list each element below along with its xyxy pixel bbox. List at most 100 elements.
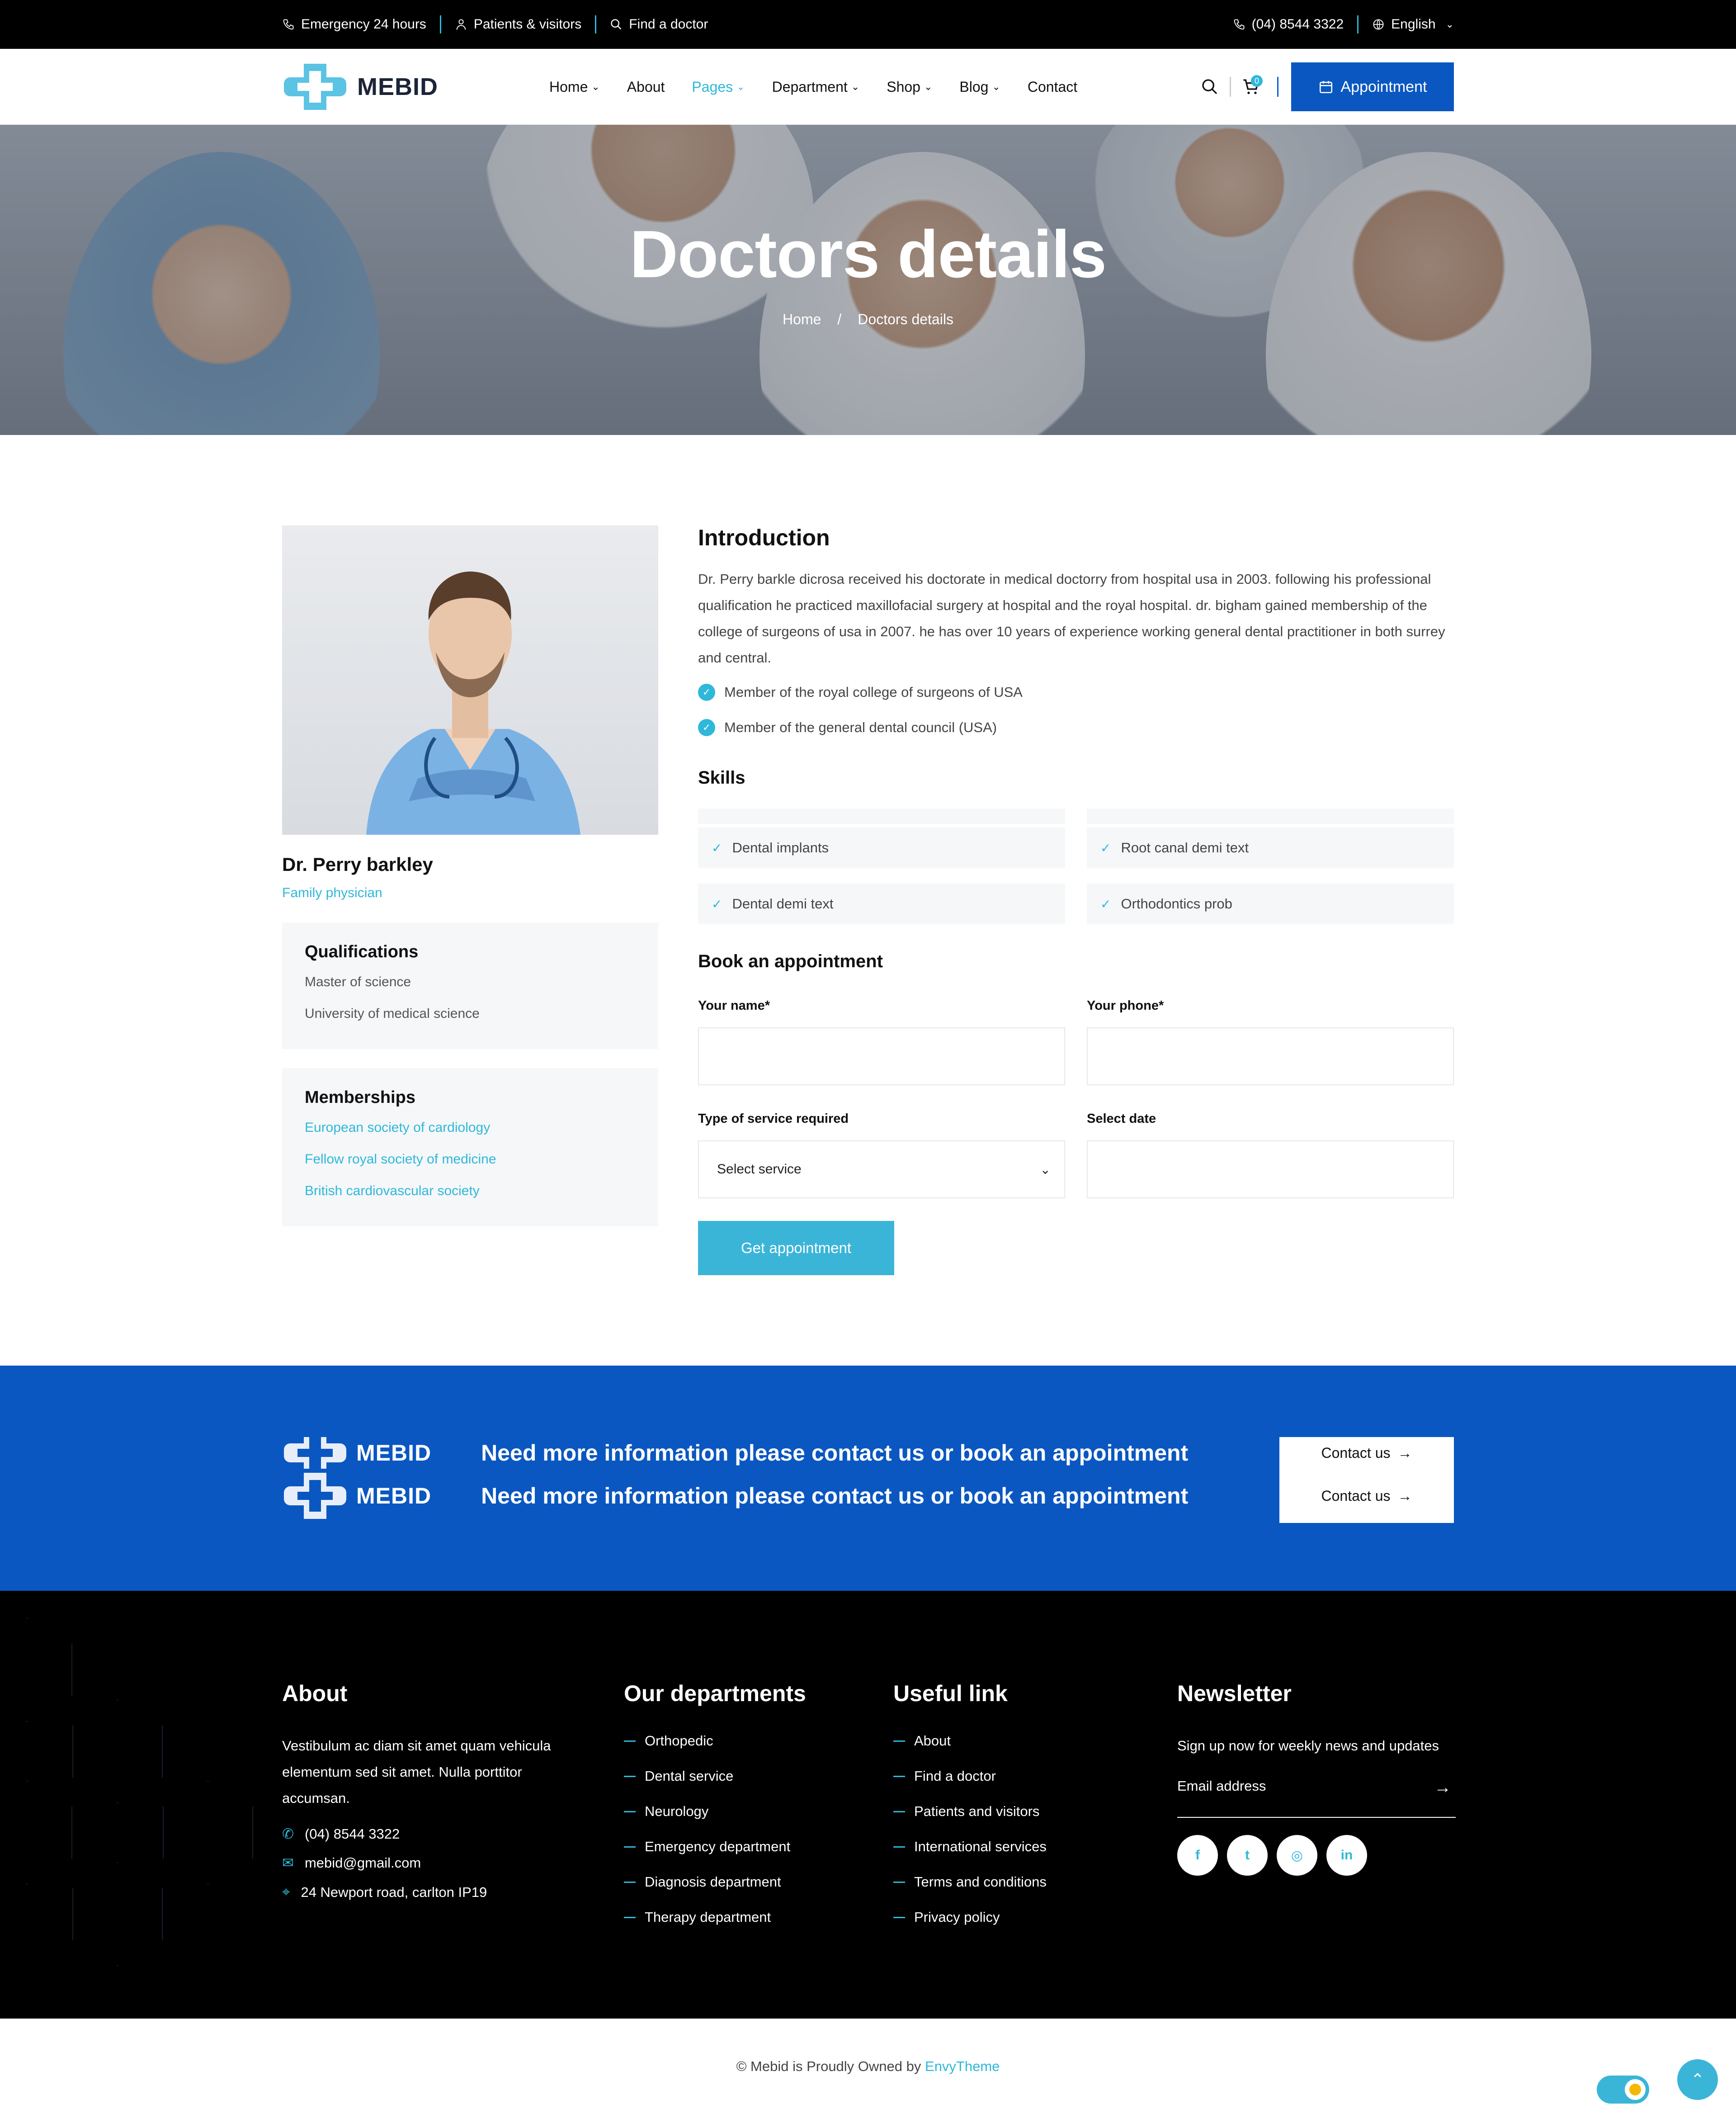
main-nav: MEBID Home ⌄ About Pages ⌄ Department ⌄ Sho…	[0, 49, 1736, 125]
chevron-down-icon: ⌄	[1445, 19, 1454, 30]
qualifications-card: Qualifications Master of science Univers…	[282, 922, 658, 1049]
newsletter-email-input[interactable]: Email address →	[1177, 1778, 1456, 1818]
footer-newsletter: Newsletter Sign up now for weekly news a…	[1177, 1680, 1456, 1876]
booking-title: Book an appointment	[698, 951, 883, 971]
divider	[1277, 77, 1278, 97]
membership-link[interactable]: British cardiovascular society	[305, 1183, 636, 1199]
footer-link[interactable]: International services	[893, 1839, 1047, 1855]
menu-item-contact[interactable]: Contact	[1028, 79, 1077, 95]
skill-item: ✓ Root canal demi text	[1087, 828, 1454, 868]
memberships-card: Memberships European society of cardiolo…	[282, 1068, 658, 1226]
linkedin-icon[interactable]: in	[1326, 1835, 1367, 1876]
skill-label: Root canal demi text	[1121, 840, 1249, 856]
footer-about-title: About	[282, 1681, 348, 1706]
footer-departments: Our departments Orthopedic Dental servic…	[624, 1680, 806, 1944]
footer-link-label: Neurology	[645, 1803, 709, 1819]
footer-link-label: Find a doctor	[914, 1768, 996, 1784]
dash-icon	[893, 1811, 905, 1812]
contact-us-label: Contact us	[1321, 1444, 1391, 1461]
footer-link[interactable]: Patients and visitors	[893, 1803, 1047, 1820]
footer-address: ⌖ 24 Newport road, carlton IP19	[282, 1884, 562, 1901]
footer-link[interactable]: Find a doctor	[893, 1768, 1047, 1784]
topbar-phone[interactable]: (04) 8544 3322	[1233, 17, 1358, 32]
skill-item: ✓ Dental implants	[698, 828, 1065, 868]
footer-phone[interactable]: ✆ (04) 8544 3322	[282, 1826, 562, 1842]
service-select[interactable]: Select service ⌄	[698, 1140, 1065, 1198]
footer-link[interactable]: Diagnosis department	[624, 1874, 806, 1890]
menu-label: Home	[549, 78, 588, 95]
get-appointment-button[interactable]: Get appointment	[698, 1221, 894, 1275]
footer-link[interactable]: About	[893, 1733, 1047, 1749]
footer-about-text: Vestibulum ac diam sit amet quam vehicul…	[282, 1738, 551, 1806]
theme-toggle[interactable]	[1597, 2076, 1649, 2104]
twitter-icon[interactable]: t	[1227, 1835, 1268, 1876]
breadcrumb-current: Doctors details	[858, 311, 953, 327]
footer-link[interactable]: Orthopedic	[624, 1733, 806, 1749]
check-icon: ✓	[712, 841, 722, 855]
membership-link[interactable]: Fellow royal society of medicine	[305, 1152, 636, 1167]
check-circle-icon: ✓	[698, 684, 715, 701]
phone-icon	[283, 19, 294, 30]
back-to-top-button[interactable]: ⌃	[1677, 2059, 1718, 2100]
emergency-link[interactable]: Emergency 24 hours	[282, 17, 440, 32]
arrow-right-icon[interactable]: →	[1434, 1778, 1451, 1797]
hexagon-decoration	[72, 1862, 163, 1966]
facebook-icon[interactable]: f	[1177, 1835, 1218, 1876]
contact-us-button[interactable]: Contact us →	[1279, 1469, 1454, 1523]
check-circle-icon: ✓	[698, 719, 715, 736]
chevron-down-icon: ⌄	[1040, 1162, 1051, 1177]
menu-item-home[interactable]: Home ⌄	[549, 79, 600, 95]
phone-input[interactable]	[1087, 1027, 1454, 1085]
breadcrumb-home[interactable]: Home	[783, 311, 821, 327]
chevron-down-icon: ⌄	[851, 81, 860, 92]
dash-icon	[893, 1740, 905, 1742]
search-icon	[1202, 79, 1217, 95]
cta-logo-text: MEBID	[356, 1483, 432, 1508]
main-menu: Home ⌄ About Pages ⌄ Department ⌄ Shop ⌄ Blo…	[549, 79, 1077, 95]
footer-email[interactable]: ✉ mebid@gmail.com	[282, 1855, 562, 1871]
cart-button[interactable]: 0	[1237, 73, 1264, 100]
divider	[1230, 77, 1231, 97]
check-icon: ✓	[1100, 841, 1111, 855]
menu-label: About	[627, 78, 665, 95]
contact-us-button[interactable]: Contact us →	[1279, 1437, 1454, 1469]
footer-link[interactable]: Privacy policy	[893, 1909, 1047, 1925]
patients-label: Patients & visitors	[473, 17, 582, 32]
find-doctor-label: Find a doctor	[629, 17, 708, 32]
menu-item-about[interactable]: About	[627, 79, 665, 95]
mail-icon: ✉	[282, 1855, 294, 1871]
patients-link[interactable]: Patients & visitors	[441, 17, 595, 32]
language-select[interactable]: English ⌄	[1359, 17, 1454, 32]
instagram-icon[interactable]: ◎	[1277, 1835, 1317, 1876]
date-input[interactable]	[1087, 1140, 1454, 1198]
dash-icon	[624, 1775, 636, 1777]
contact-us-label: Contact us	[1321, 1487, 1391, 1504]
footer-link-label: International services	[914, 1839, 1047, 1854]
footer-link[interactable]: Terms and conditions	[893, 1874, 1047, 1890]
find-doctor-link[interactable]: Find a doctor	[596, 17, 722, 32]
check-icon: ✓	[1100, 897, 1111, 911]
breadcrumb: Home / Doctors details	[0, 311, 1736, 328]
menu-item-shop[interactable]: Shop ⌄	[887, 79, 932, 95]
envytheme-link[interactable]: EnvyTheme	[925, 2058, 1000, 2074]
skill-label: Dental demi text	[732, 896, 834, 912]
check-item-label: Member of the royal college of surgeons …	[724, 684, 1023, 700]
introduction-text: Dr. Perry barkle dicrosa received his do…	[698, 571, 1445, 666]
logo[interactable]: MEBID	[282, 62, 438, 112]
name-input[interactable]	[698, 1027, 1065, 1085]
membership-link[interactable]: European society of cardiology	[305, 1120, 636, 1135]
menu-item-blog[interactable]: Blog ⌄	[959, 79, 1000, 95]
chevron-down-icon: ⌄	[992, 81, 1000, 92]
search-button[interactable]	[1196, 73, 1223, 100]
chevron-down-icon: ⌄	[591, 81, 600, 92]
footer-link[interactable]: Neurology	[624, 1803, 806, 1820]
user-icon	[456, 19, 466, 30]
globe-icon	[1373, 19, 1384, 30]
footer-link[interactable]: Dental service	[624, 1768, 806, 1784]
menu-label: Contact	[1027, 78, 1078, 95]
appointment-button[interactable]: Appointment	[1291, 62, 1454, 111]
footer-link[interactable]: Therapy department	[624, 1909, 806, 1925]
footer-link[interactable]: Emergency department	[624, 1839, 806, 1855]
menu-item-department[interactable]: Department ⌄	[772, 79, 860, 95]
menu-item-pages[interactable]: Pages ⌄	[692, 79, 745, 95]
